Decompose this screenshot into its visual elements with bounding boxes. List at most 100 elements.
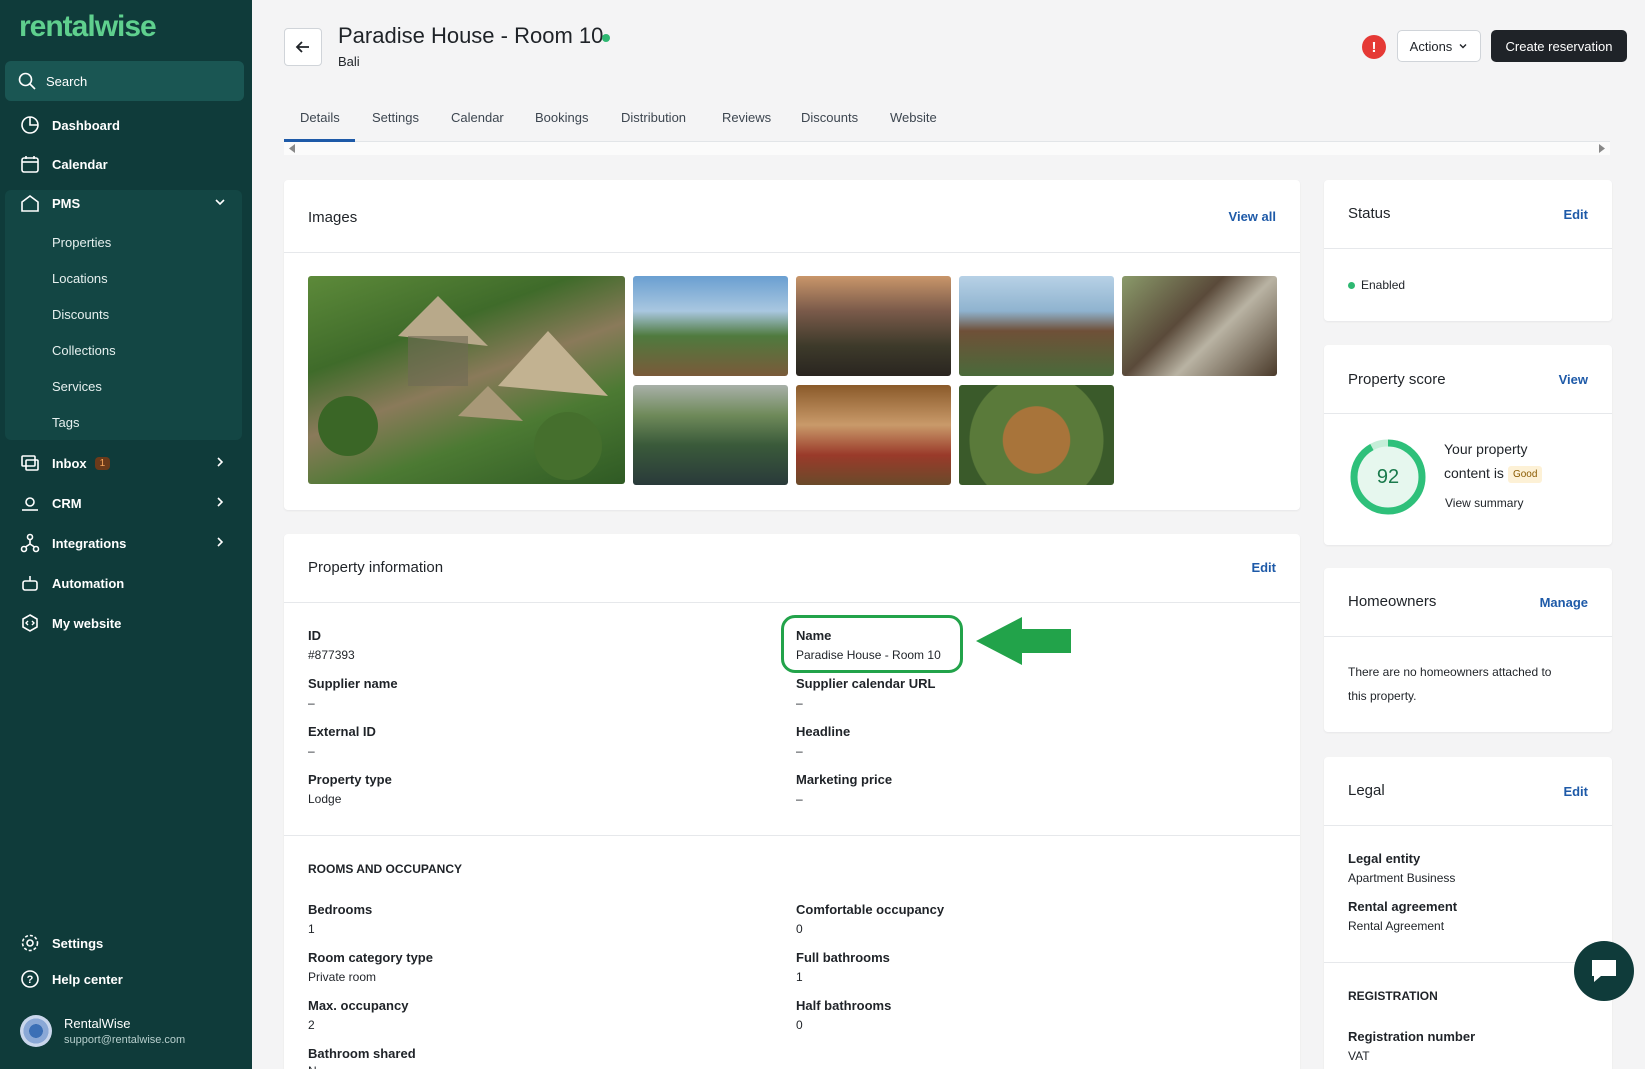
edit-property-info-link[interactable]: Edit (1251, 560, 1276, 575)
nav-my-website-label: My website (52, 615, 122, 631)
search-button[interactable]: Search (5, 61, 244, 101)
divider (1324, 413, 1612, 414)
id-label: ID (308, 628, 321, 643)
tab-discounts[interactable]: Discounts (801, 110, 858, 125)
create-reservation-button[interactable]: Create reservation (1491, 30, 1627, 62)
divider (1324, 636, 1612, 637)
svg-text:?: ? (27, 974, 34, 986)
scroll-left-icon[interactable] (288, 144, 296, 153)
rooms-section-title: ROOMS AND OCCUPANCY (308, 862, 463, 876)
search-label: Search (46, 73, 88, 89)
calendar-icon (19, 153, 41, 175)
nav-dashboard[interactable]: Dashboard (0, 107, 252, 143)
tab-settings[interactable]: Settings (372, 110, 419, 125)
chevron-right-icon (217, 457, 224, 467)
nav-inbox-label: Inbox (52, 455, 87, 471)
view-score-link[interactable]: View (1559, 372, 1588, 387)
divider (1324, 248, 1612, 249)
tab-distribution[interactable]: Distribution (621, 110, 686, 125)
legal-entity-value: Apartment Business (1348, 871, 1456, 885)
nav-crm-label: CRM (52, 495, 82, 511)
external-id-label: External ID (308, 724, 376, 739)
alert-icon[interactable]: ! (1362, 35, 1386, 59)
nav-inbox[interactable]: Inbox 1 (0, 445, 252, 481)
property-score-title: Property score (1348, 371, 1446, 388)
tab-details[interactable]: Details (300, 110, 340, 125)
pms-discounts[interactable]: Discounts (52, 307, 109, 322)
score-value: 92 (1376, 465, 1400, 488)
property-type-label: Property type (308, 772, 392, 787)
pms-group (5, 190, 242, 440)
nav-settings[interactable]: Settings (0, 925, 252, 961)
actions-button[interactable]: Actions (1397, 30, 1481, 62)
logo[interactable]: rentalwise (19, 10, 157, 44)
legal-entity-label: Legal entity (1348, 851, 1421, 866)
comfortable-occupancy-label: Comfortable occupancy (796, 902, 945, 917)
property-image-5[interactable] (1122, 276, 1277, 376)
rental-agreement-value: Rental Agreement (1348, 919, 1445, 933)
images-card-title: Images (308, 209, 358, 226)
actions-label: Actions (1409, 38, 1453, 54)
status-value: Enabled (1361, 278, 1406, 292)
nav-help-center-label: Help center (52, 971, 123, 987)
nav-help-center[interactable]: ? Help center (0, 961, 252, 997)
nav-calendar[interactable]: Calendar (0, 146, 252, 182)
property-image-8[interactable] (959, 385, 1114, 485)
chevron-right-icon (217, 497, 224, 507)
property-image-main[interactable] (308, 276, 625, 484)
registration-number-value: VAT (1348, 1049, 1370, 1063)
divider (284, 252, 1300, 253)
property-info-title: Property information (308, 559, 444, 576)
arrow-left-icon (295, 41, 309, 53)
status-dot (602, 34, 610, 42)
tab-reviews[interactable]: Reviews (722, 110, 771, 125)
supplier-name-value: – (308, 696, 315, 710)
back-button[interactable] (284, 28, 322, 66)
property-image-4[interactable] (959, 276, 1114, 376)
pms-services[interactable]: Services (52, 379, 102, 394)
tab-scrollbar[interactable] (284, 142, 1610, 155)
property-image-3[interactable] (796, 276, 951, 376)
search-icon (18, 72, 36, 90)
nav-crm[interactable]: CRM (0, 485, 252, 521)
legal-title: Legal (1348, 782, 1385, 799)
tab-bar: Details Settings Calendar Bookings Distr… (284, 100, 1610, 142)
website-icon (19, 612, 41, 634)
bedrooms-label: Bedrooms (308, 902, 373, 917)
view-summary-link[interactable]: View summary (1445, 496, 1523, 510)
arrow-left-annotation-icon (976, 617, 1071, 665)
divider (284, 835, 1300, 836)
room-category-label: Room category type (308, 950, 433, 965)
pms-tags[interactable]: Tags (52, 415, 79, 430)
property-image-6[interactable] (633, 385, 788, 485)
tab-website[interactable]: Website (890, 110, 937, 125)
half-bathrooms-value: 0 (796, 1018, 803, 1032)
nav-automation-label: Automation (52, 575, 125, 591)
status-card-title: Status (1348, 205, 1391, 222)
manage-homeowners-link[interactable]: Manage (1540, 595, 1588, 610)
page-subtitle: Bali (338, 54, 360, 69)
tab-calendar[interactable]: Calendar (451, 110, 504, 125)
edit-status-link[interactable]: Edit (1563, 207, 1588, 222)
enabled-dot (1348, 282, 1355, 290)
pms-properties[interactable]: Properties (52, 235, 111, 250)
room-category-value: Private room (308, 970, 377, 984)
nav-automation[interactable]: Automation (0, 565, 252, 601)
property-image-7[interactable] (796, 385, 951, 485)
scroll-right-icon[interactable] (1598, 144, 1606, 153)
external-id-value: – (308, 744, 315, 758)
tab-bookings[interactable]: Bookings (535, 110, 588, 125)
user-profile[interactable]: RentalWise support@rentalwise.com (20, 1015, 185, 1047)
score-badge: Good (1507, 465, 1543, 483)
nav-pms[interactable]: PMS (0, 185, 252, 221)
pms-locations[interactable]: Locations (52, 271, 108, 286)
property-image-2[interactable] (633, 276, 788, 376)
nav-integrations[interactable]: Integrations (0, 525, 252, 561)
edit-legal-link[interactable]: Edit (1563, 784, 1588, 799)
pms-collections[interactable]: Collections (52, 343, 116, 358)
chat-button[interactable] (1574, 941, 1634, 1001)
status-card: Status Edit Enabled (1324, 180, 1612, 321)
nav-my-website[interactable]: My website (0, 605, 252, 641)
view-all-images-link[interactable]: View all (1229, 209, 1276, 224)
homeowners-card: Homeowners Manage There are no homeowner… (1324, 568, 1612, 732)
